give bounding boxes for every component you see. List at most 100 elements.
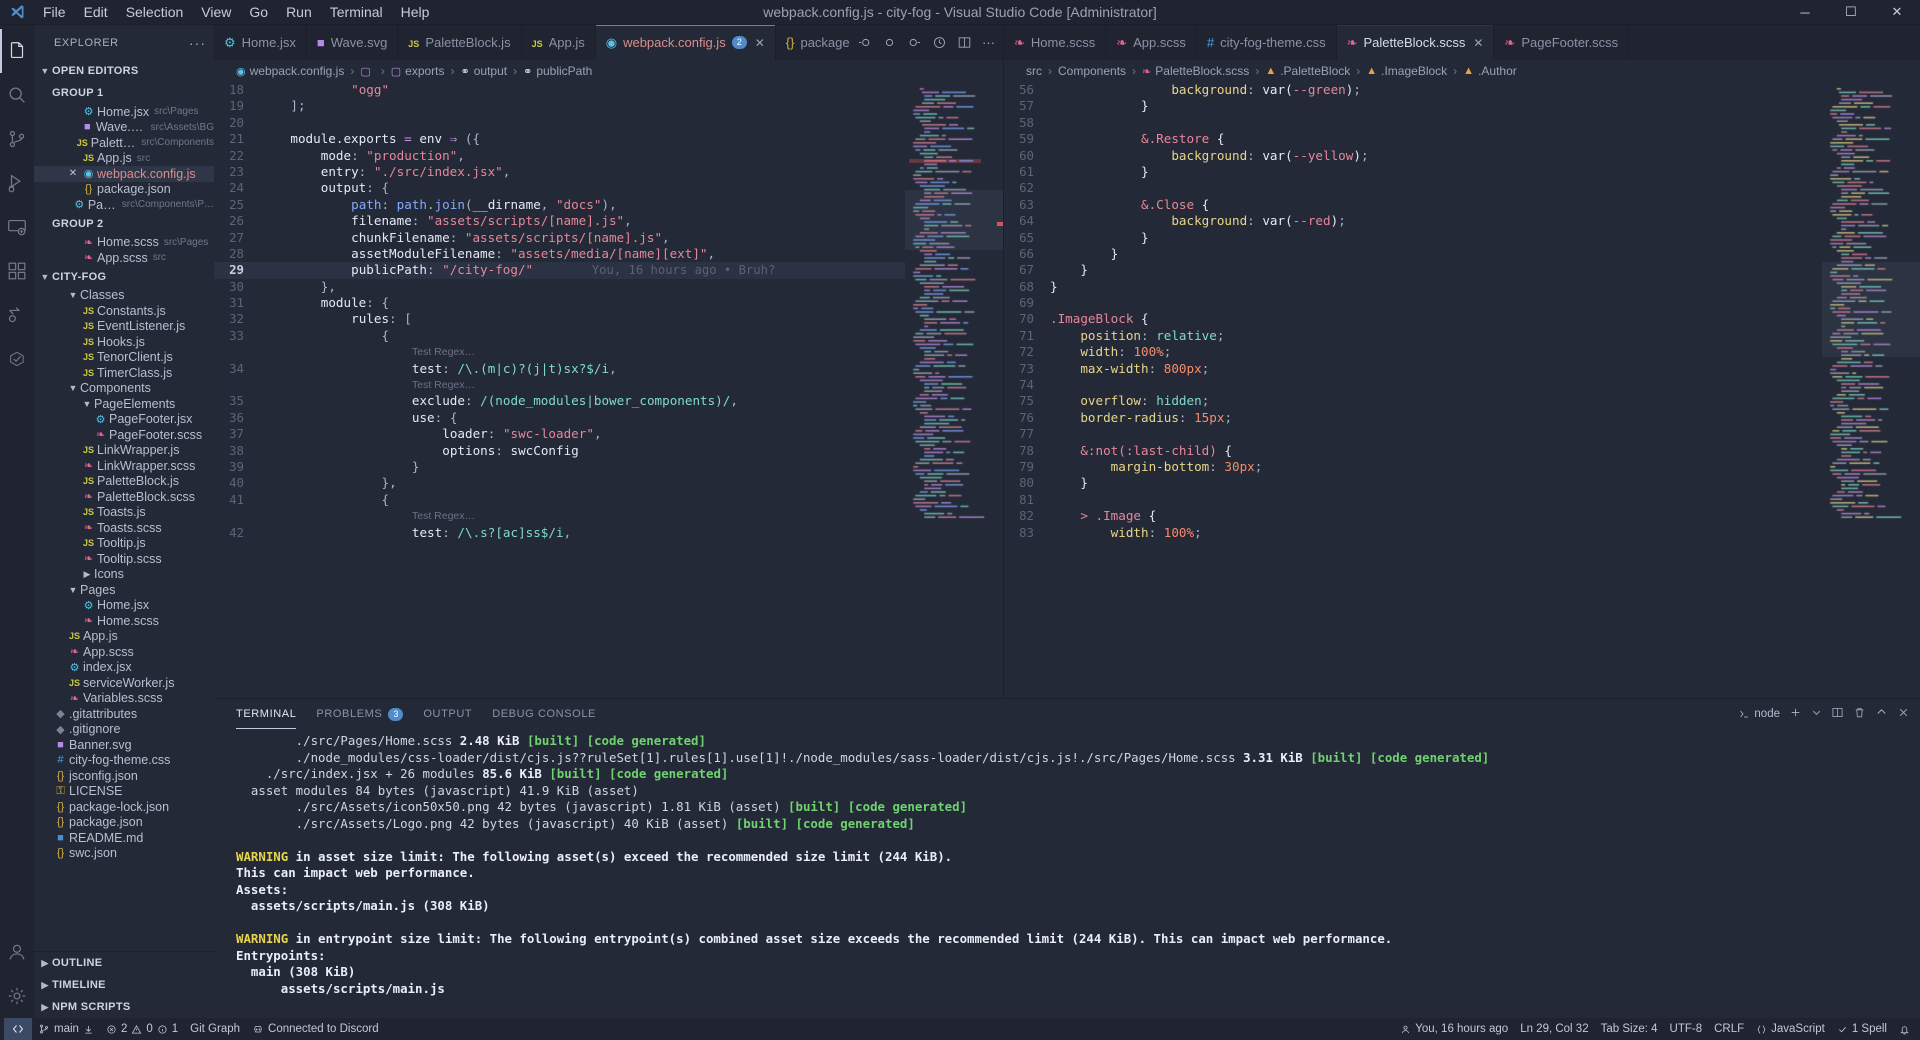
menu-go[interactable]: Go bbox=[240, 2, 277, 23]
code-line[interactable]: 23 entry: "./src/index.jsx", bbox=[214, 164, 905, 180]
status-problems[interactable]: 2 0 1 bbox=[100, 1018, 184, 1040]
tree-file[interactable]: JS App.js bbox=[34, 629, 214, 645]
tree-file[interactable]: ⚙ index.jsx bbox=[34, 660, 214, 676]
code-line[interactable]: 83 width: 100%; bbox=[1004, 525, 1822, 541]
code-line[interactable]: 40 }, bbox=[214, 475, 905, 491]
kill-terminal-icon[interactable] bbox=[1853, 706, 1866, 722]
code-line[interactable]: 82 > .Image { bbox=[1004, 508, 1822, 524]
code-line[interactable]: 26 filename: "assets/scripts/[name].js", bbox=[214, 213, 905, 229]
status-git-blame[interactable]: You, 16 hours ago bbox=[1394, 1018, 1514, 1040]
status-eol[interactable]: CRLF bbox=[1708, 1018, 1750, 1040]
tree-file[interactable]: JS Tooltip.js bbox=[34, 536, 214, 552]
breadcrumb-item[interactable]: src bbox=[1026, 64, 1042, 78]
breadcrumb-item[interactable]: ⚭ output bbox=[461, 64, 508, 78]
code-line[interactable]: 74 bbox=[1004, 377, 1822, 393]
code-line[interactable]: 24 output: { bbox=[214, 180, 905, 196]
status-remote-indicator[interactable] bbox=[4, 1018, 32, 1040]
code-line[interactable]: 33 { bbox=[214, 328, 905, 344]
tree-file[interactable]: ◆ .gitignore bbox=[34, 722, 214, 738]
menu-bar[interactable]: File Edit Selection View Go Run Terminal… bbox=[34, 2, 438, 23]
tree-file[interactable]: {} swc.json bbox=[34, 846, 214, 862]
menu-selection[interactable]: Selection bbox=[117, 2, 193, 23]
status-git-graph[interactable]: Git Graph bbox=[184, 1018, 246, 1040]
tab-close-icon[interactable]: ✕ bbox=[755, 36, 765, 50]
status-discord[interactable]: Connected to Discord bbox=[246, 1018, 385, 1040]
code-line[interactable]: 61 } bbox=[1004, 164, 1822, 180]
tree-file[interactable]: JS Toasts.js bbox=[34, 505, 214, 521]
breadcrumb-item[interactable]: ▲ .PaletteBlock bbox=[1265, 64, 1350, 78]
code-line[interactable]: 38 options: swcConfig bbox=[214, 443, 905, 459]
code-line[interactable]: 21 module.exports = env ⇒ ({ bbox=[214, 131, 905, 147]
code-line[interactable]: 31 module: { bbox=[214, 295, 905, 311]
window-controls[interactable]: ─ ☐ ✕ bbox=[1782, 0, 1920, 25]
run-icon[interactable] bbox=[857, 35, 872, 50]
code-line[interactable]: 62 bbox=[1004, 180, 1822, 196]
maximize-button[interactable]: ☐ bbox=[1828, 0, 1874, 25]
tree-file[interactable]: JS Hooks.js bbox=[34, 334, 214, 350]
activity-remote-explorer[interactable] bbox=[0, 205, 34, 249]
editor-tab[interactable]: ◉ webpack.config.js 2 ✕ bbox=[595, 25, 776, 60]
code-content-right[interactable]: 56 background: var(--green); 57 } 58 59 &.R… bbox=[1004, 82, 1822, 698]
open-editor-item[interactable]: JS App.js src bbox=[34, 151, 214, 167]
code-line[interactable]: 65 } bbox=[1004, 230, 1822, 246]
breadcrumb-item[interactable]: ◉ webpack.config.js bbox=[236, 64, 344, 78]
tree-folder[interactable]: ▼ Classes bbox=[34, 288, 214, 304]
tree-file[interactable]: ◆ .gitattributes bbox=[34, 706, 214, 722]
tree-file[interactable]: JS LinkWrapper.js bbox=[34, 443, 214, 459]
tree-file[interactable]: ❧ Tooltip.scss bbox=[34, 551, 214, 567]
menu-file[interactable]: File bbox=[34, 2, 75, 23]
open-editor-item[interactable]: ✕ ◉ webpack.config.js bbox=[34, 166, 214, 182]
code-content-left[interactable]: 18 "ogg" 19 ]; 20 21 module.exports = env ⇒… bbox=[214, 82, 905, 698]
tree-file[interactable]: ❧ Home.scss bbox=[34, 613, 214, 629]
code-lens[interactable]: Test Regex… bbox=[214, 344, 905, 360]
code-line[interactable]: 60 background: var(--yellow); bbox=[1004, 148, 1822, 164]
open-editor-item[interactable]: ■ Wave.svg src\Assets\BG bbox=[34, 120, 214, 136]
tree-file[interactable]: {} package-lock.json bbox=[34, 799, 214, 815]
tree-file[interactable]: ⚙ Home.jsx bbox=[34, 598, 214, 614]
code-line[interactable]: 70 .ImageBlock { bbox=[1004, 311, 1822, 327]
close-panel-icon[interactable] bbox=[1897, 706, 1910, 722]
code-line[interactable]: 63 &.Close { bbox=[1004, 197, 1822, 213]
tree-file[interactable]: ❧ Toasts.scss bbox=[34, 520, 214, 536]
code-line[interactable]: 75 overflow: hidden; bbox=[1004, 393, 1822, 409]
tree-folder[interactable]: ▼ Components bbox=[34, 381, 214, 397]
minimap-left[interactable] bbox=[905, 82, 1003, 698]
status-notifications-bell-icon[interactable] bbox=[1893, 1018, 1916, 1040]
code-line[interactable]: 29 publicPath: "/city-fog/" You, 16 hour… bbox=[214, 262, 905, 279]
activity-accounts[interactable] bbox=[0, 930, 34, 974]
sidebar-more-icon[interactable]: ··· bbox=[189, 35, 206, 51]
code-line[interactable]: 66 } bbox=[1004, 246, 1822, 262]
activity-run-debug[interactable] bbox=[0, 161, 34, 205]
new-terminal-icon[interactable] bbox=[1789, 706, 1802, 722]
status-branch[interactable]: main bbox=[32, 1018, 100, 1040]
activity-search[interactable] bbox=[0, 73, 34, 117]
menu-terminal[interactable]: Terminal bbox=[321, 2, 392, 23]
code-line[interactable]: 22 mode: "production", bbox=[214, 148, 905, 164]
menu-view[interactable]: View bbox=[192, 2, 240, 23]
activity-extensions[interactable] bbox=[0, 249, 34, 293]
activity-manage-gear-icon[interactable] bbox=[0, 974, 34, 1018]
terminal-selector[interactable]: node bbox=[1738, 708, 1780, 720]
minimize-button[interactable]: ─ bbox=[1782, 0, 1828, 25]
close-button[interactable]: ✕ bbox=[1874, 0, 1920, 25]
split-editor-icon[interactable] bbox=[957, 35, 972, 50]
code-line[interactable]: 68} bbox=[1004, 279, 1822, 295]
tree-file[interactable]: ❧ Variables.scss bbox=[34, 691, 214, 707]
tree-file[interactable]: JS serviceWorker.js bbox=[34, 675, 214, 691]
code-line[interactable]: 56 background: var(--green); bbox=[1004, 82, 1822, 98]
editor-tab[interactable]: ❧ App.scss bbox=[1106, 25, 1197, 60]
code-line[interactable]: 36 use: { bbox=[214, 410, 905, 426]
code-line[interactable]: 69 bbox=[1004, 295, 1822, 311]
activity-source-control[interactable] bbox=[0, 117, 34, 161]
section-timeline[interactable]: ▶ TIMELINE bbox=[34, 974, 214, 996]
code-line[interactable]: 42 test: /\.s?[ac]ss$/i, bbox=[214, 525, 905, 541]
tree-file[interactable]: ⚙ PageFooter.jsx bbox=[34, 412, 214, 428]
section-open-editors[interactable]: ▼ OPEN EDITORS bbox=[34, 60, 214, 82]
code-line[interactable]: 34 test: /\.(m|c)?(j|t)sx?$/i, bbox=[214, 361, 905, 377]
open-editor-item[interactable]: ❧ Home.scss src\Pages bbox=[34, 235, 214, 251]
breadcrumb-item[interactable]: ⚭ publicPath bbox=[523, 64, 592, 78]
breadcrumb-item[interactable]: ▢ bbox=[360, 65, 374, 78]
menu-help[interactable]: Help bbox=[392, 2, 439, 23]
panel-tab-debug-console[interactable]: DEBUG CONSOLE bbox=[492, 699, 596, 729]
section-npm-scripts[interactable]: ▶ NPM SCRIPTS bbox=[34, 996, 214, 1018]
